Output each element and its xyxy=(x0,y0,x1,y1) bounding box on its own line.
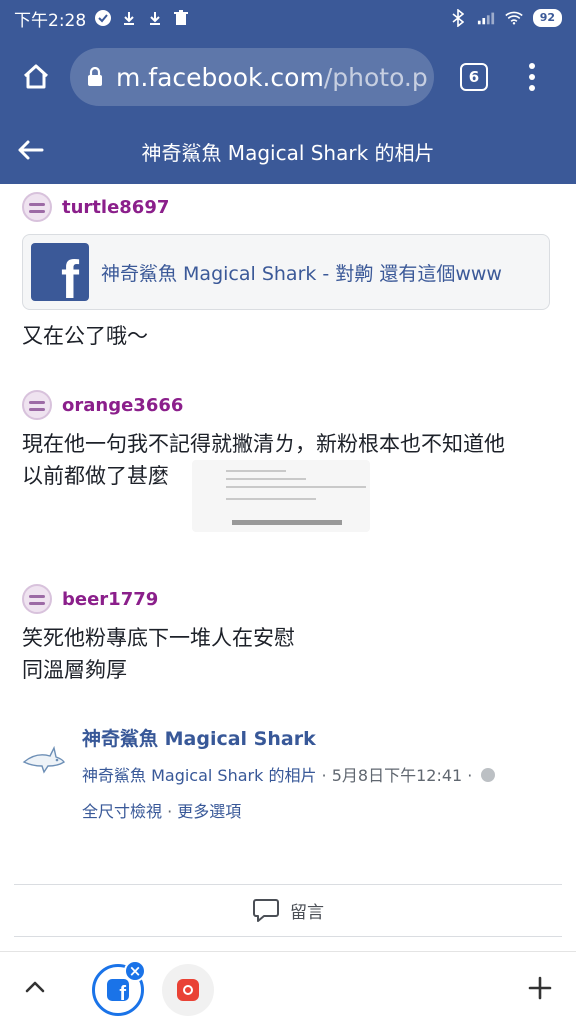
comment-button-label: 留言 xyxy=(290,902,324,923)
address-bar[interactable]: m.facebook.com/photo.p xyxy=(70,48,434,106)
comment-item: turtle8697 f 神奇鯊魚 Magical Shark - 對齁 還有這… xyxy=(22,192,562,352)
globe-icon xyxy=(481,768,496,782)
avatar[interactable] xyxy=(22,390,52,420)
trash-icon xyxy=(172,9,190,27)
home-icon xyxy=(23,64,49,89)
back-arrow-icon[interactable] xyxy=(14,134,46,166)
comment-author[interactable]: turtle8697 xyxy=(62,197,169,218)
comment-button[interactable]: 留言 xyxy=(0,892,576,928)
check-circle-icon xyxy=(94,9,112,27)
status-bar: 下午2:28 92 xyxy=(0,0,576,36)
comment-icon xyxy=(253,899,279,922)
full-size-link[interactable]: 全尺寸檢視 xyxy=(82,802,162,821)
app-icon xyxy=(177,979,199,1001)
overflow-menu-icon[interactable] xyxy=(522,63,542,91)
separator: · xyxy=(162,802,178,821)
url-path: /photo.p xyxy=(323,62,428,92)
chevron-up-icon[interactable] xyxy=(22,974,48,1000)
comment-author[interactable]: orange3666 xyxy=(62,395,183,416)
avatar[interactable] xyxy=(22,192,52,222)
lock-icon xyxy=(88,67,102,86)
comment-author[interactable]: beer1779 xyxy=(62,589,158,610)
comment-item: orange3666 現在他一句我不記得就撇清ㄌ，新粉根本也不知道他 以前都做了… xyxy=(22,390,562,532)
page-header: 神奇鯊魚 Magical Shark 的相片 xyxy=(0,118,576,184)
status-time: 下午2:28 xyxy=(14,10,87,31)
tabs-button[interactable]: 6 xyxy=(460,63,488,91)
signal-icon xyxy=(477,9,495,27)
comment-text-line: 現在他一句我不記得就撇清ㄌ，新粉根本也不知道他 xyxy=(22,432,505,456)
plus-icon[interactable] xyxy=(526,974,554,1002)
page-name-link[interactable]: 神奇鯊魚 Magical Shark xyxy=(82,724,316,751)
url-host: m.facebook.com xyxy=(116,62,324,92)
page-title: 神奇鯊魚 Magical Shark 的相片 xyxy=(141,140,435,165)
download-icon xyxy=(146,9,164,27)
post-meta: 神奇鯊魚 Magical Shark 的相片 · 5月8日下午12:41 · xyxy=(82,762,496,786)
bluetooth-icon xyxy=(449,9,467,27)
comment-text: 又在公了哦～ xyxy=(22,324,148,348)
divider xyxy=(14,884,562,885)
album-link[interactable]: 神奇鯊魚 Magical Shark 的相片 xyxy=(82,766,316,785)
link-preview-card[interactable]: f 神奇鯊魚 Magical Shark - 對齁 還有這個www xyxy=(22,234,550,310)
more-options-link[interactable]: 更多選項 xyxy=(177,802,241,821)
home-button[interactable] xyxy=(14,55,58,99)
comment-image-thumbnail[interactable] xyxy=(192,460,370,532)
close-icon[interactable]: × xyxy=(124,960,146,982)
browser-toolbar: m.facebook.com/photo.p 6 xyxy=(0,36,576,118)
facebook-logo-icon: f xyxy=(107,979,129,1001)
shark-icon[interactable] xyxy=(22,742,66,776)
avatar[interactable] xyxy=(22,584,52,614)
post-date: · 5月8日下午12:41 · xyxy=(316,766,478,785)
link-preview-title: 神奇鯊魚 Magical Shark - 對齁 還有這個www xyxy=(101,262,502,285)
tab-count: 6 xyxy=(468,68,480,86)
battery-indicator: 92 xyxy=(532,9,562,27)
comment-text-line: 笑死他粉專底下一堆人在安慰 xyxy=(22,626,295,650)
tab-other-app[interactable] xyxy=(162,964,214,1016)
divider xyxy=(14,936,562,937)
wifi-icon xyxy=(504,9,523,27)
comment-item: beer1779 笑死他粉專底下一堆人在安慰 同溫層夠厚 xyxy=(22,584,562,686)
photo-actions: 全尺寸檢視 · 更多選項 xyxy=(82,798,241,822)
download-icon xyxy=(120,9,138,27)
facebook-logo-icon: f xyxy=(31,243,89,301)
bottom-tab-bar: f × xyxy=(0,952,576,1024)
comment-text-line: 同溫層夠厚 xyxy=(22,658,127,682)
